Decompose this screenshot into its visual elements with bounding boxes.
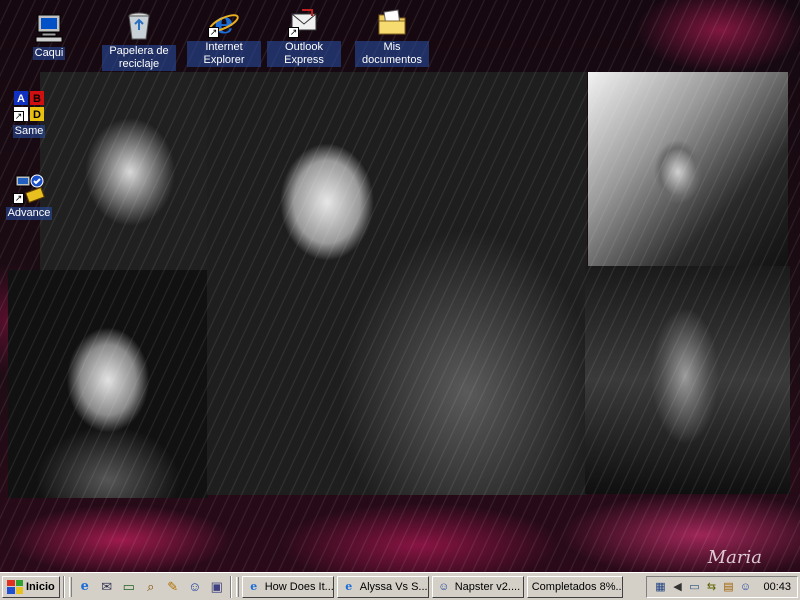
- task-button-napster[interactable]: ☺ Napster v2....: [431, 575, 524, 598]
- wallpaper-signature: Maria: [707, 547, 762, 568]
- napster-icon: ☺: [438, 580, 450, 593]
- same-letter: D: [33, 109, 41, 121]
- clock[interactable]: 00:43: [763, 581, 791, 593]
- napster-icon[interactable]: ☺: [185, 577, 205, 597]
- scheduler-icon[interactable]: ▤: [721, 580, 735, 594]
- internet-explorer-icon: e: [345, 580, 353, 593]
- same-letter: B: [33, 93, 41, 105]
- show-desktop-icon[interactable]: ▭: [119, 577, 139, 597]
- task-button-completados[interactable]: Completados 8%...: [526, 575, 623, 598]
- taskbar-separator: [229, 575, 232, 598]
- my-documents-icon: [376, 6, 408, 38]
- monitor-icon[interactable]: ▭: [687, 580, 701, 594]
- desktop-icon-label: Mis documentos: [355, 41, 429, 67]
- shortcut-arrow-icon: ↗: [13, 111, 24, 122]
- task-list-grip[interactable]: [235, 576, 239, 597]
- quick-launch-toolbar: e ✉ ▭ ⌕ ✎ ☺ ▣: [75, 577, 227, 597]
- task-button-label: Napster v2....: [454, 580, 521, 593]
- wallpaper-photo-top-right: [588, 72, 788, 267]
- connection-icon[interactable]: ⇆: [704, 580, 718, 594]
- shortcut-arrow-icon: ↗: [288, 27, 299, 38]
- wallpaper-photo-center: [207, 72, 587, 495]
- desktop-icon-label: Caqui: [32, 47, 66, 60]
- desktop-icon-recycle-bin[interactable]: Papelera de reciclaje: [102, 10, 176, 71]
- same-letter: A: [17, 93, 25, 105]
- desktop-wallpaper: Maria: [0, 0, 800, 572]
- desktop-icon-label: Internet Explorer: [187, 41, 261, 67]
- task-button-label: How Does It...: [264, 580, 334, 593]
- network-icon[interactable]: ▦: [653, 580, 667, 594]
- desktop-icon-same[interactable]: A B D ↗ Same: [0, 90, 66, 138]
- desktop-icon-caqui[interactable]: Caqui: [12, 12, 86, 60]
- start-button-label: Inicio: [26, 580, 55, 593]
- task-button-how-does-it[interactable]: e How Does It...: [241, 575, 334, 598]
- task-button-label: Completados 8%...: [531, 580, 623, 593]
- outlook-express-icon: ↗: [288, 6, 320, 38]
- desktop-icon-advance[interactable]: ↗ Advance: [0, 172, 66, 220]
- desktop-icon-outlook-express[interactable]: ↗ Outlook Express: [267, 6, 341, 67]
- volume-icon[interactable]: ◀: [670, 580, 684, 594]
- window-icon[interactable]: ▣: [207, 577, 227, 597]
- shortcut-arrow-icon: ↗: [13, 193, 24, 204]
- desktop-icon-label: Papelera de reciclaje: [102, 45, 176, 71]
- internet-explorer-icon: e: [250, 580, 258, 593]
- network-icon: ↗: [13, 172, 45, 204]
- quick-launch-grip[interactable]: [68, 576, 72, 597]
- taskbar-separator: [62, 575, 65, 598]
- windows-flag-icon: [7, 579, 23, 594]
- system-tray: ▦ ◀ ▭ ⇆ ▤ ☺ 00:43: [646, 575, 798, 598]
- taskbar: Inicio e ✉ ▭ ⌕ ✎ ☺ ▣ e How Does It... e …: [0, 572, 800, 600]
- internet-explorer-icon[interactable]: e: [75, 577, 95, 597]
- desktop-icon-label: Same: [12, 125, 46, 138]
- wallpaper-photo-bottom-right: [585, 266, 790, 494]
- search-icon[interactable]: ⌕: [141, 577, 161, 597]
- desktop-icon-internet-explorer[interactable]: e ↗ Internet Explorer: [187, 6, 261, 67]
- outlook-express-icon[interactable]: ✉: [97, 577, 117, 597]
- desktop-icon-my-documents[interactable]: Mis documentos: [355, 6, 429, 67]
- desktop-icon-label: Outlook Express: [267, 41, 341, 67]
- task-button-label: Alyssa Vs S...: [359, 580, 428, 593]
- desktop-icon-label: Advance: [5, 207, 53, 220]
- napster-icon[interactable]: ☺: [738, 580, 752, 594]
- my-computer-icon: [33, 12, 65, 44]
- wallpaper-photo-bottom-left: [8, 270, 208, 498]
- start-button[interactable]: Inicio: [2, 575, 60, 598]
- task-button-alyssa-vs[interactable]: e Alyssa Vs S...: [336, 575, 429, 598]
- shortcut-arrow-icon: ↗: [208, 27, 219, 38]
- recycle-bin-icon: [123, 10, 155, 42]
- pencil-icon[interactable]: ✎: [163, 577, 183, 597]
- same-game-icon: A B D ↗: [13, 90, 45, 122]
- internet-explorer-icon: e ↗: [208, 6, 240, 41]
